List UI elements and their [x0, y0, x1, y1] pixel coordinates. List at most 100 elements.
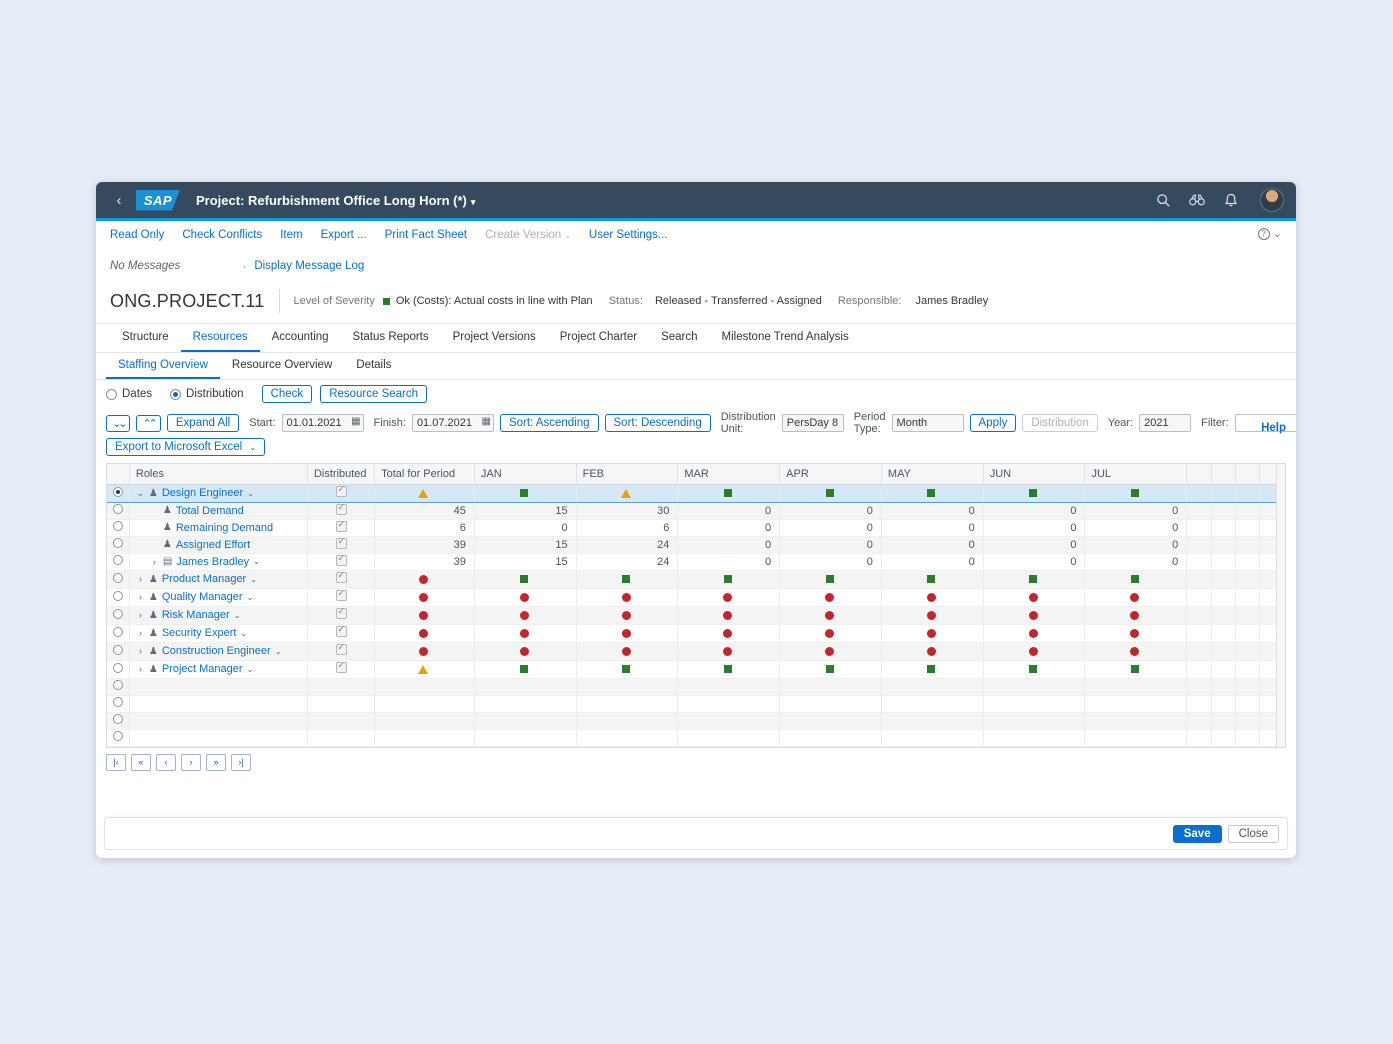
- prev-block-button[interactable]: «: [131, 753, 151, 771]
- role-cell[interactable]: ♟ Remaining Demand: [129, 519, 308, 537]
- row-select-cell[interactable]: [107, 606, 130, 625]
- row-select-cell[interactable]: [107, 502, 130, 520]
- row-radio[interactable]: [113, 486, 123, 497]
- table-row[interactable]: › ♟ Construction Engineer ⌄: [107, 642, 1285, 661]
- col-may[interactable]: MAY: [881, 464, 984, 485]
- distributed-checkbox[interactable]: [335, 624, 347, 637]
- col-jul[interactable]: JUL: [1084, 464, 1188, 485]
- role-label[interactable]: Product Manager: [162, 573, 246, 585]
- row-twisty-icon[interactable]: ›: [136, 592, 145, 602]
- export-to-excel-button[interactable]: Export to Microsoft Excel ⌄: [106, 438, 266, 456]
- action-print-fact-sheet[interactable]: Print Fact Sheet: [385, 229, 467, 241]
- distributed-cell[interactable]: [307, 606, 376, 625]
- role-label[interactable]: James Bradley: [176, 556, 249, 568]
- row-radio[interactable]: [113, 662, 123, 673]
- distribution-unit-input[interactable]: [781, 414, 844, 432]
- distributed-cell[interactable]: [307, 519, 376, 537]
- distributed-checkbox[interactable]: [335, 519, 347, 532]
- distributed-checkbox[interactable]: [335, 484, 347, 497]
- row-select-cell[interactable]: [107, 570, 130, 589]
- tab-milestone-trend-analysis[interactable]: Milestone Trend Analysis: [710, 324, 861, 352]
- vertical-scrollbar[interactable]: [1276, 464, 1285, 747]
- row-dropdown-icon[interactable]: ⌄: [250, 575, 257, 584]
- distributed-cell[interactable]: [307, 484, 376, 503]
- row-radio[interactable]: [113, 680, 123, 690]
- row-dropdown-icon[interactable]: ⌄: [247, 593, 254, 602]
- distributed-checkbox[interactable]: [335, 536, 347, 549]
- table-row[interactable]: [107, 729, 1285, 747]
- row-radio[interactable]: [113, 538, 123, 548]
- role-cell[interactable]: › ▤ James Bradley ⌄: [129, 553, 308, 571]
- expand-all-button[interactable]: Expand All: [166, 414, 240, 432]
- table-row[interactable]: › ♟ Project Manager ⌄: [107, 660, 1285, 679]
- role-cell[interactable]: › ♟ Project Manager ⌄: [129, 660, 308, 679]
- year-input[interactable]: [1139, 414, 1192, 432]
- distributed-checkbox[interactable]: [335, 570, 347, 583]
- row-dropdown-icon[interactable]: ⌄: [234, 611, 241, 620]
- table-row[interactable]: ♟ Assigned Effort 39 15 24 0 0 0 0 0: [107, 536, 1285, 554]
- next-page-button[interactable]: ›: [181, 753, 201, 771]
- row-twisty-icon[interactable]: ⌄: [136, 488, 145, 499]
- back-button[interactable]: ‹: [108, 189, 130, 211]
- expand-down-button[interactable]: ⌄⌄: [106, 414, 131, 432]
- col-mar[interactable]: MAR: [677, 464, 781, 485]
- calendar-icon[interactable]: ▦: [351, 416, 360, 427]
- subtab-details[interactable]: Details: [344, 353, 403, 379]
- role-cell[interactable]: ⌄ ♟ Design Engineer ⌄: [129, 484, 308, 503]
- row-twisty-icon[interactable]: ›: [136, 610, 145, 620]
- last-page-button[interactable]: ›|: [231, 753, 251, 771]
- row-select-cell[interactable]: [107, 642, 130, 661]
- distributed-checkbox[interactable]: [335, 553, 347, 566]
- help-menu-button[interactable]: ? ⌄: [1257, 227, 1282, 240]
- subtab-staffing-overview[interactable]: Staffing Overview: [106, 353, 220, 379]
- role-label[interactable]: Design Engineer: [162, 487, 243, 499]
- row-radio[interactable]: [113, 644, 123, 655]
- table-row[interactable]: ⌄ ♟ Design Engineer ⌄: [107, 484, 1285, 503]
- distributed-checkbox[interactable]: [335, 642, 347, 655]
- sort-ascending-button[interactable]: Sort: Ascending: [499, 414, 599, 432]
- role-label[interactable]: Project Manager: [162, 663, 243, 675]
- row-radio[interactable]: [113, 697, 123, 707]
- subtab-resource-overview[interactable]: Resource Overview: [220, 353, 344, 379]
- tab-resources[interactable]: Resources: [180, 324, 260, 352]
- role-cell[interactable]: › ♟ Security Expert ⌄: [129, 624, 308, 643]
- table-row[interactable]: [107, 712, 1285, 730]
- row-radio[interactable]: [113, 504, 123, 514]
- role-cell[interactable]: › ♟ Construction Engineer ⌄: [129, 642, 308, 661]
- col-feb[interactable]: FEB: [576, 464, 679, 485]
- col-jan[interactable]: JAN: [474, 464, 577, 485]
- row-radio[interactable]: [113, 590, 123, 601]
- role-cell[interactable]: › ♟ Quality Manager ⌄: [129, 588, 308, 607]
- collapse-up-button[interactable]: ⌃⌃: [136, 414, 161, 432]
- row-twisty-icon[interactable]: ›: [136, 628, 145, 638]
- role-cell[interactable]: ♟ Total Demand: [129, 502, 308, 520]
- row-twisty-icon[interactable]: ›: [150, 557, 159, 567]
- distributed-checkbox[interactable]: [335, 660, 347, 673]
- radio-distribution[interactable]: Distribution: [170, 388, 244, 400]
- distributed-cell[interactable]: [307, 502, 376, 520]
- table-row[interactable]: › ♟ Risk Manager ⌄: [107, 606, 1285, 625]
- distributed-cell[interactable]: [307, 553, 376, 571]
- shell-title[interactable]: Project: Refurbishment Office Long Horn …: [196, 193, 475, 208]
- role-label[interactable]: Assigned Effort: [176, 539, 250, 551]
- role-label[interactable]: Quality Manager: [162, 591, 243, 603]
- tab-accounting[interactable]: Accounting: [260, 324, 341, 352]
- prev-page-button[interactable]: ‹: [156, 753, 176, 771]
- row-select-cell[interactable]: [107, 536, 130, 554]
- row-select-cell[interactable]: [107, 678, 130, 696]
- role-cell[interactable]: › ♟ Risk Manager ⌄: [129, 606, 308, 625]
- row-select-cell[interactable]: [107, 729, 130, 747]
- distributed-checkbox[interactable]: [335, 588, 347, 601]
- tab-search[interactable]: Search: [649, 324, 709, 352]
- row-radio[interactable]: [113, 731, 123, 741]
- row-select-cell[interactable]: [107, 695, 130, 713]
- radio-distribution-indicator[interactable]: [170, 388, 182, 400]
- row-dropdown-icon[interactable]: ⌄: [247, 489, 254, 498]
- col-jun[interactable]: JUN: [983, 464, 1086, 485]
- table-row[interactable]: ♟ Total Demand 45 15 30 0 0 0 0 0: [107, 502, 1285, 520]
- action-check-conflicts[interactable]: Check Conflicts: [182, 229, 262, 241]
- action-read-only[interactable]: Read Only: [110, 229, 164, 241]
- apply-button[interactable]: Apply: [969, 414, 1017, 432]
- radio-dates-indicator[interactable]: [106, 388, 117, 400]
- table-row[interactable]: ♟ Remaining Demand 6 0 6 0 0 0 0 0: [107, 519, 1285, 537]
